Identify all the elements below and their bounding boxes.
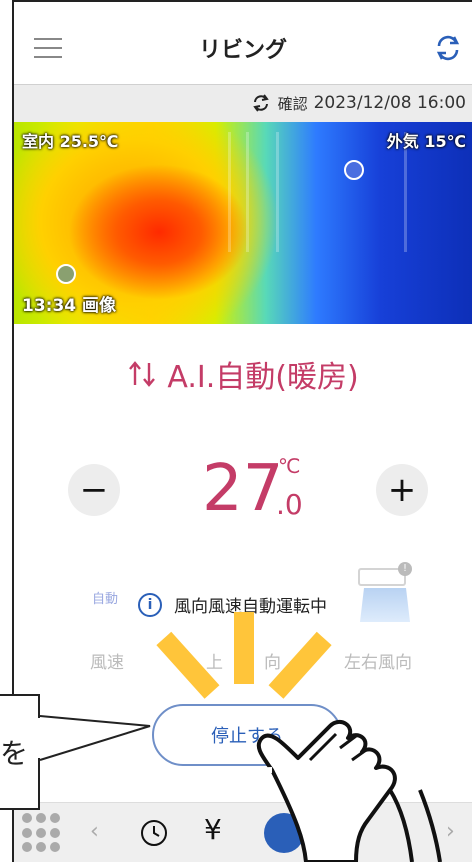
confirm-bar: 確認 2023/12/08 16:00 [14,84,472,122]
temperature-down-button[interactable]: − [68,464,120,516]
mode-selector[interactable]: A.I.自動(暖房) [14,352,472,396]
temperature-control: − 27 ℃ .0 + [14,452,472,532]
header: リビング [14,2,472,82]
wind-speed-button[interactable]: 風速 [90,648,124,673]
indoor-temperature: 室内 25.5℃ [22,132,119,151]
confirm-datetime: 2023/12/08 16:00 [313,93,466,113]
airflow-icon [360,588,410,622]
callout-text: を [0,737,29,770]
app-frame: リビング 確認 2023/12/08 16:00 室内 25.5℃ 外気 15℃ [12,0,472,862]
grid-icon[interactable] [22,813,62,853]
temperature-value: 27 [202,452,284,526]
vertical-direction-label: 向 [264,653,281,673]
image-time: 13:34 画像 [22,296,117,316]
confirm-label: 確認 [277,94,308,113]
indoor-sensor-marker [56,264,76,284]
info-icon[interactable]: i [138,592,162,617]
bottom-toolbar: ‹ ¥ › [14,802,472,862]
mode-label: A.I.自動(暖房) [167,360,359,395]
outdoor-temperature: 外気 15℃ [386,132,466,151]
outdoor-sensor-marker [344,160,364,180]
ac-arrows-icon [129,361,156,387]
thermal-image[interactable]: 室内 25.5℃ 外気 15℃ 13:34 画像 [14,122,472,324]
sync-icon[interactable] [250,92,272,114]
touch-icon[interactable] [264,813,304,853]
yen-icon[interactable]: ¥ [204,813,222,846]
vertical-direction-button[interactable]: 上 [206,648,223,673]
page-title: リビング [198,38,287,63]
callout-bubble: を [0,694,40,810]
prev-arrow-icon[interactable]: ‹ [90,819,99,844]
wind-speed-auto-badge: 自動 [92,592,119,607]
stop-button[interactable]: 停止する [152,704,342,766]
temperature-unit: ℃ [278,454,301,478]
refresh-icon[interactable] [432,32,464,64]
temperature-decimal: .0 [276,488,303,521]
wind-auto-info: i 風向風速自動運転中 [138,592,327,617]
next-arrow-icon[interactable]: › [446,819,455,844]
temperature-up-button[interactable]: + [376,464,428,516]
ac-alert-badge[interactable]: ! [398,562,412,576]
highlight-ray [234,612,254,684]
clock-icon[interactable] [138,817,170,849]
horizontal-direction-button[interactable]: 左右風向 [344,648,412,673]
